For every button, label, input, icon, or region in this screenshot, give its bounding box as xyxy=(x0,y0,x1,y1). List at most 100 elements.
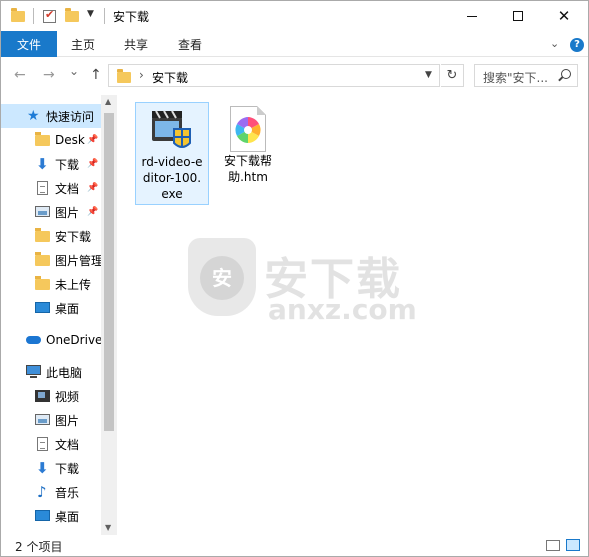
breadcrumb-separator-icon[interactable]: › xyxy=(139,68,144,82)
tab-view[interactable]: 查看 xyxy=(178,31,202,57)
watermark-shield-icon: 安 xyxy=(188,238,256,316)
close-button[interactable]: ✕ xyxy=(541,1,587,31)
minimize-button[interactable] xyxy=(449,1,495,31)
video-icon xyxy=(35,390,50,402)
search-placeholder[interactable]: 搜索"安下... xyxy=(483,69,548,86)
maximize-button[interactable] xyxy=(495,1,541,31)
details-view-icon[interactable] xyxy=(546,540,560,551)
file-item-video-editor-exe[interactable]: rd-video-e ditor-100. exe xyxy=(135,102,209,205)
sidebar-item-label: 此电脑 xyxy=(46,365,83,380)
maximize-icon xyxy=(513,11,523,21)
up-button[interactable]: ↑ xyxy=(90,67,102,83)
sidebar-item-label: 下载 xyxy=(55,157,80,172)
file-list-area[interactable]: 安 安下载 anxz.com rd-video-e ditor-100. exe xyxy=(118,95,588,535)
address-folder-icon xyxy=(117,69,131,83)
sidebar-item-label: OneDrive xyxy=(46,333,101,347)
sidebar-item-music[interactable]: ♪ 音乐 xyxy=(1,480,101,504)
sidebar-item-label: 音乐 xyxy=(55,485,80,500)
tab-share[interactable]: 共享 xyxy=(124,31,148,57)
sidebar-item-quick-access[interactable]: ★ 快速访问 xyxy=(1,104,101,128)
forward-button[interactable]: → xyxy=(43,67,55,83)
download-icon: ⬇ xyxy=(36,155,49,173)
sidebar-item-label: Desk xyxy=(55,133,85,147)
sidebar-item-picture-manager[interactable]: 图片管理 xyxy=(1,248,101,272)
sidebar-item-label: 快速访问 xyxy=(46,109,95,124)
folder-icon xyxy=(35,252,50,266)
picture-icon xyxy=(35,206,50,217)
sidebar-item-downloads[interactable]: ⬇ 下载 📌 xyxy=(1,152,101,176)
recent-locations-button[interactable]: ⌄ xyxy=(69,64,79,78)
close-icon: ✕ xyxy=(557,7,571,25)
properties-icon[interactable] xyxy=(43,8,56,23)
sidebar-item-label: 文档 xyxy=(55,437,80,452)
minimize-icon xyxy=(467,15,477,17)
picture-icon xyxy=(35,414,50,425)
pin-icon: 📌 xyxy=(87,159,99,169)
video-editor-exe-icon xyxy=(152,110,191,148)
window-title: 安下载 xyxy=(113,10,150,24)
sidebar-item-pc-documents[interactable]: 文档 xyxy=(1,432,101,456)
sidebar-item-label: 图片 xyxy=(55,413,80,428)
sidebar-item-label: 桌面 xyxy=(55,509,80,524)
file-item-help-htm[interactable]: 安下载帮 助.htm xyxy=(216,102,280,184)
watermark-shield-char: 安 xyxy=(200,256,244,300)
sidebar-item-not-uploaded[interactable]: 未上传 xyxy=(1,272,101,296)
search-icon[interactable] xyxy=(561,69,571,79)
quick-access-separator xyxy=(33,8,34,24)
sidebar-item-videos[interactable]: 视频 xyxy=(1,384,101,408)
back-button[interactable]: ← xyxy=(14,67,26,83)
help-icon[interactable]: ? xyxy=(570,38,584,52)
sidebar-item-desk[interactable]: Desk 📌 xyxy=(1,128,101,152)
star-icon: ★ xyxy=(27,108,40,124)
folder-icon xyxy=(11,8,25,22)
file-explorer-window: ▼ 安下载 ✕ 文件 主页 共享 查看 ⌄ ? ← → ⌄ ↑ › 安下载 ▼ … xyxy=(0,0,589,557)
sidebar-item-pictures[interactable]: 图片 📌 xyxy=(1,200,101,224)
document-icon xyxy=(37,437,48,451)
sidebar-item-onedrive[interactable]: OneDrive xyxy=(1,328,101,352)
expand-ribbon-chevron-icon[interactable]: ⌄ xyxy=(550,37,559,50)
address-text[interactable]: 安下载 xyxy=(152,69,188,86)
computer-icon xyxy=(26,365,41,378)
scroll-up-arrow-icon[interactable]: ▲ xyxy=(105,97,111,106)
scrollbar-thumb[interactable] xyxy=(104,113,114,431)
cloud-icon xyxy=(26,336,41,344)
tab-file[interactable]: 文件 xyxy=(1,31,57,57)
file-name-line: 助.htm xyxy=(228,170,268,184)
address-bar[interactable]: › 安下载 ▼ xyxy=(108,64,440,87)
file-name-line: 安下载帮 xyxy=(223,154,272,168)
refresh-button[interactable]: ↻ xyxy=(441,64,464,87)
search-box[interactable]: 搜索"安下... xyxy=(474,64,578,87)
address-dropdown-icon[interactable]: ▼ xyxy=(425,70,432,80)
htm-file-icon xyxy=(230,106,266,152)
status-bar: 2 个项目 xyxy=(1,535,588,556)
sidebar-item-pc-pictures[interactable]: 图片 xyxy=(1,408,101,432)
large-icons-view-icon[interactable] xyxy=(566,539,580,551)
scroll-down-arrow-icon[interactable]: ▼ xyxy=(105,523,111,532)
sidebar-item-documents[interactable]: 文档 📌 xyxy=(1,176,101,200)
title-bar: ▼ 安下载 ✕ xyxy=(1,1,588,31)
sidebar-item-this-pc[interactable]: 此电脑 xyxy=(1,360,101,384)
pin-icon: 📌 xyxy=(87,183,99,193)
file-name-line: exe xyxy=(161,187,183,201)
customize-toolbar-dropdown-icon[interactable]: ▼ xyxy=(87,9,94,19)
navigation-pane: ★ 快速访问 Desk 📌 ⬇ 下载 📌 文档 📌 图片 📌 安下载 图片管理 … xyxy=(1,95,117,535)
sidebar-item-label: 未上传 xyxy=(55,277,92,292)
title-separator xyxy=(104,8,105,24)
sidebar-item-anxz[interactable]: 安下载 xyxy=(1,224,101,248)
sidebar-item-pc-downloads[interactable]: ⬇ 下载 xyxy=(1,456,101,480)
sidebar-item-label: 文档 xyxy=(55,181,80,196)
sidebar-item-pc-desktop[interactable]: 桌面 xyxy=(1,504,101,528)
sidebar-item-label: 视频 xyxy=(55,389,80,404)
pin-icon: 📌 xyxy=(87,207,99,217)
watermark-text-en: anxz.com xyxy=(268,293,417,326)
colorful-pinwheel-icon xyxy=(235,117,261,143)
sidebar-scrollbar[interactable]: ▲ ▼ xyxy=(101,95,117,535)
new-folder-icon[interactable] xyxy=(65,8,79,22)
tab-home[interactable]: 主页 xyxy=(71,31,95,57)
sidebar-item-desktop[interactable]: 桌面 xyxy=(1,296,101,320)
desktop-icon xyxy=(35,510,50,521)
item-count: 2 个项目 xyxy=(15,540,63,554)
file-name: rd-video-e ditor-100. exe xyxy=(136,154,208,202)
music-icon: ♪ xyxy=(37,483,47,501)
sidebar-item-label: 安下载 xyxy=(55,229,92,244)
